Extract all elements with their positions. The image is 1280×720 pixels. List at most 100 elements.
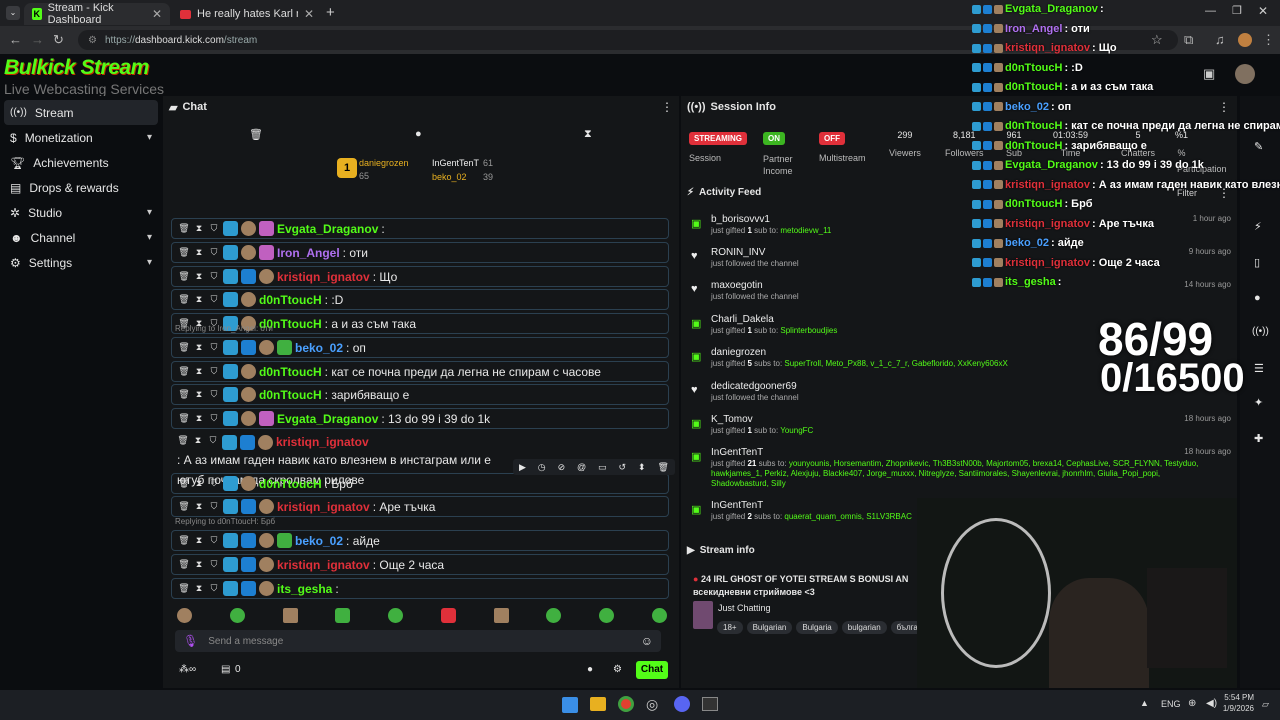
chat-username[interactable]: Iron_Angel (277, 246, 340, 260)
chat-message[interactable]: 🗑︎ ⧗ ⛉ beko_02: айде (171, 530, 669, 551)
shield-icon[interactable]: ⛉ (208, 342, 220, 353)
sidebar-item-settings[interactable]: ⚙ Settings ▾ (0, 250, 162, 275)
chat-username[interactable]: kristiqn_ignatov (276, 435, 369, 449)
shield-icon[interactable]: ⛉ (208, 389, 220, 400)
emote-icon[interactable] (599, 608, 615, 623)
trash-icon[interactable]: 🗑︎ (178, 247, 190, 258)
shield-icon[interactable]: ⛉ (208, 478, 220, 489)
chat-message[interactable]: 🗑︎ ⧗ ⛉ d0nTtoucH: Брб (171, 473, 669, 494)
chat-message[interactable]: 🗑︎ ⧗ ⛉ d0nTtoucH: :D (171, 289, 669, 310)
emote-icon[interactable] (282, 608, 298, 623)
chat-message[interactable]: 🗑︎ ⧗ ⛉ kristiqn_ignatov: Що (171, 266, 669, 287)
chat-username[interactable]: Evgata_Draganov (277, 222, 378, 236)
undo-icon[interactable]: ↺ (619, 462, 627, 473)
send-chat-button[interactable]: Chat (636, 661, 668, 679)
trash-icon[interactable]: 🗑︎ (178, 535, 190, 546)
chat-username[interactable]: kristiqn_ignatov (277, 500, 370, 514)
close-window-icon[interactable]: ✕ (1258, 4, 1268, 18)
chat-username[interactable]: Evgata_Draganov (277, 412, 378, 426)
shield-icon[interactable]: ⛉ (208, 271, 220, 282)
activity-username[interactable]: InGentTenT (711, 500, 763, 511)
hourglass-icon[interactable]: ⧗ (193, 389, 205, 400)
activity-item[interactable]: ▣ b_borisovvv1 just gifted 1 sub to: metod… (691, 214, 1231, 246)
clock-date[interactable]: 1/9/2026 (1220, 704, 1254, 713)
windows-start-icon[interactable] (562, 697, 578, 713)
network-icon[interactable]: ⊕ (1188, 698, 1196, 709)
chat-username[interactable]: kristiqn_ignatov (277, 558, 370, 572)
chat-username[interactable]: kristiqn_ignatov (277, 270, 370, 284)
trash-icon[interactable]: 🗑︎ (657, 462, 668, 473)
hourglass-icon[interactable]: ⧗ (193, 413, 205, 424)
file-explorer-icon[interactable] (590, 697, 606, 711)
puzzle-icon[interactable]: ✚ (1254, 432, 1263, 445)
trash-icon[interactable]: 🗑︎ (178, 342, 190, 353)
tab-kick-dashboard[interactable]: K Stream - Kick Dashboard ✕ (24, 2, 170, 26)
chat-username[interactable]: d0nTtoucH (259, 477, 322, 491)
points-icon[interactable]: ⁂∞ (179, 664, 196, 675)
chat-username[interactable]: d0nTtoucH (259, 365, 322, 379)
tag[interactable]: българ (890, 621, 917, 634)
wrench-icon[interactable]: ✦ (1254, 396, 1263, 409)
trash-icon[interactable]: 🗑︎ (178, 478, 190, 489)
close-tab-icon[interactable]: ✕ (304, 7, 314, 21)
layers-icon[interactable]: ☰ (1254, 362, 1264, 375)
chat-message[interactable]: 🗑︎ ⧗ ⛉ Evgata_Draganov: (171, 218, 669, 239)
hourglass-icon[interactable]: ⧗ (193, 366, 205, 377)
trash-icon[interactable]: 🗑︎ (178, 294, 190, 305)
activity-item[interactable]: ▣ K_Tomov just gifted 1 sub to: YoungFC 18 … (691, 414, 1231, 446)
gift-icon[interactable]: ▤ (221, 664, 230, 675)
activity-username[interactable]: Charli_Dakela (711, 314, 774, 325)
chat-message[interactable]: 🗑︎ ⧗ ⛉ kristiqn_ignatov: Аре тъчка (171, 496, 669, 517)
reload-icon[interactable]: ↻ (53, 32, 64, 48)
emoji-icon[interactable]: ☺ (641, 634, 653, 648)
sidebar-item-studio[interactable]: ✲ Studio ▾ (0, 200, 162, 225)
chat-username[interactable]: d0nTtoucH (259, 388, 322, 402)
shield-icon[interactable]: ⛉ (208, 366, 220, 377)
sidebar-item-stream[interactable]: ((•)) Stream (4, 100, 158, 125)
trash-icon[interactable]: 🗑︎ (178, 223, 190, 234)
chat-message[interactable]: 🗑︎ ⧗ ⛉ kristiqn_ignatov: Още 2 часа (171, 554, 669, 575)
site-info-icon[interactable]: ⚙ (88, 35, 97, 46)
activity-username[interactable]: maxoegotin (711, 280, 763, 291)
activity-item[interactable]: ▣ InGentTenT just gifted 21 subs to: youny… (691, 447, 1231, 488)
hourglass-icon[interactable]: ⧗ (192, 435, 204, 446)
chat-username[interactable]: beko_02 (295, 534, 343, 548)
emote-icon[interactable] (229, 608, 245, 623)
hourglass-icon[interactable]: ⧗ (193, 271, 205, 282)
bookmark-star-icon[interactable]: ☆ (1151, 32, 1163, 48)
new-tab-icon[interactable]: + (326, 4, 335, 21)
activity-username[interactable]: RONIN_INV (711, 247, 765, 258)
hourglass-icon[interactable]: ⧗ (193, 342, 205, 353)
close-tab-icon[interactable]: ✕ (152, 7, 162, 21)
trash-icon[interactable]: 🗑︎ (178, 413, 190, 424)
tray-chevron-icon[interactable]: ▲ (1140, 698, 1149, 708)
media-icon[interactable]: ♫ (1215, 32, 1225, 47)
emote-icon[interactable] (388, 608, 404, 623)
tag[interactable]: Bulgarian (746, 621, 793, 634)
shield-icon[interactable]: ⛉ (208, 535, 220, 546)
shield-icon[interactable]: ⛉ (208, 223, 220, 234)
shield-icon[interactable]: ⛉ (208, 501, 220, 512)
trash-icon[interactable]: 🗑︎ (178, 501, 190, 512)
emote-icon[interactable] (546, 608, 562, 623)
emote-icon[interactable] (335, 608, 351, 623)
hourglass-icon[interactable]: ⧗ (193, 478, 205, 489)
shield-icon[interactable]: ⛉ (208, 583, 220, 594)
notifications-icon[interactable]: ▱ (1262, 699, 1269, 710)
activity-username[interactable]: b_borisovvv1 (711, 214, 770, 225)
hourglass-icon[interactable]: ⧗ (193, 583, 205, 594)
hourglass-icon[interactable]: ⧗ (193, 501, 205, 512)
back-icon[interactable]: ← (9, 32, 22, 47)
trash-icon[interactable]: 🗑︎ (178, 271, 190, 282)
tab-youtube[interactable]: He really hates Karl now. #carlg ✕ (172, 3, 322, 25)
activity-username[interactable]: K_Tomov (711, 414, 753, 425)
trash-icon[interactable]: 🗑︎ (178, 389, 190, 400)
shield-icon[interactable]: ⛉ (207, 435, 219, 446)
profile-avatar[interactable] (1238, 33, 1252, 47)
trash-icon[interactable]: 🗑︎ (178, 366, 190, 377)
language-indicator[interactable]: ENG (1161, 699, 1181, 709)
trash-icon[interactable]: 🗑︎ (178, 583, 190, 594)
activity-username[interactable]: InGentTenT (711, 447, 763, 458)
chat-bubble-icon[interactable]: ● (587, 664, 593, 675)
tag[interactable]: Bulgaria (796, 621, 838, 634)
